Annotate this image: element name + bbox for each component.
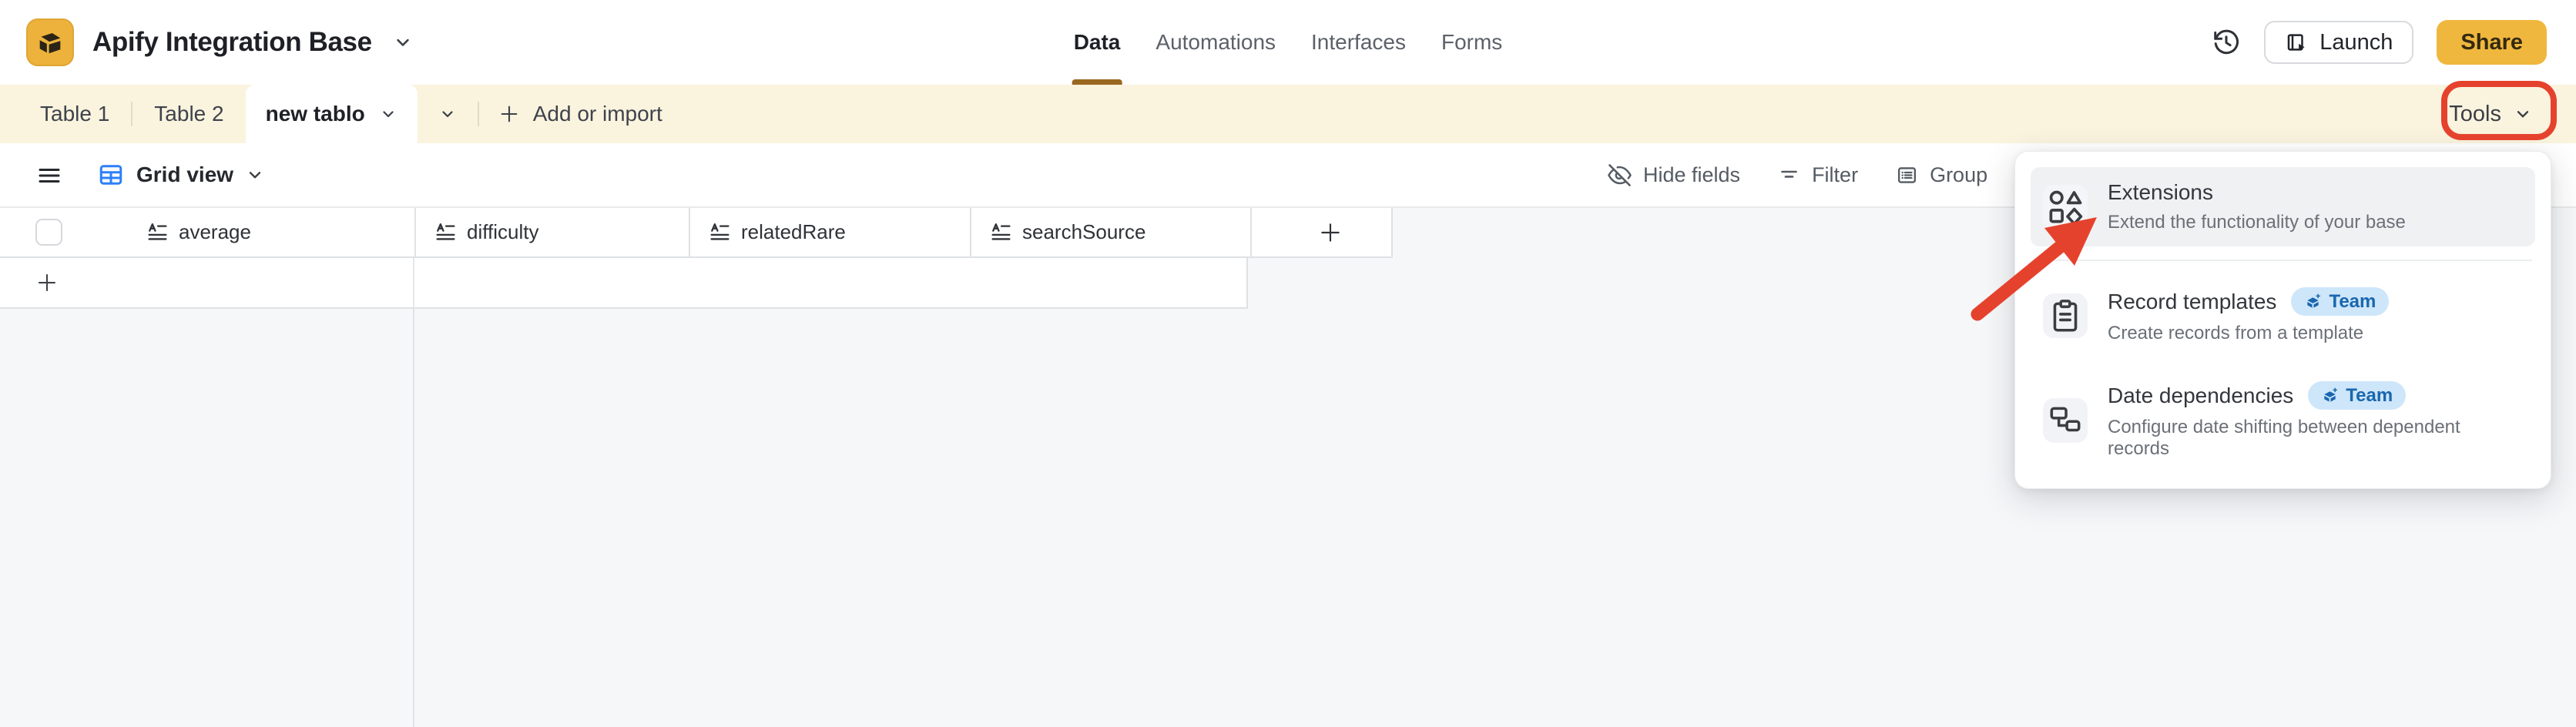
share-button[interactable]: Share <box>2437 20 2547 65</box>
launch-icon <box>2285 31 2308 54</box>
table-list-chevron-down-icon[interactable] <box>418 85 478 143</box>
group-button[interactable]: Group <box>1895 163 1987 187</box>
add-record-row[interactable] <box>0 258 1248 309</box>
view-name: Grid view <box>136 162 233 187</box>
top-bar-actions: Launch Share <box>2212 0 2547 85</box>
plus-icon <box>498 103 520 125</box>
column-header-searchSource[interactable]: searchSource <box>970 208 1250 256</box>
base-brand: Apify Integration Base <box>26 0 414 85</box>
history-icon[interactable] <box>2212 28 2241 57</box>
tools-chevron-down-icon <box>2513 104 2533 124</box>
view-toolbar-actions: Hide fields Filter Group <box>1607 143 1987 206</box>
plus-icon <box>1318 220 1343 245</box>
primary-column-divider <box>413 309 414 727</box>
top-bar: Apify Integration Base Data Automations … <box>0 0 2576 85</box>
app-window: Apify Integration Base Data Automations … <box>0 0 2576 727</box>
team-plan-badge: Team <box>2308 381 2406 410</box>
view-switcher-button[interactable]: Grid view <box>97 143 265 206</box>
single-line-text-icon <box>709 221 731 243</box>
group-icon <box>1895 163 1919 187</box>
launch-button[interactable]: Launch <box>2264 21 2413 64</box>
active-nav-underline <box>1072 79 1122 85</box>
column-header-relatedRare[interactable]: relatedRare <box>689 208 970 256</box>
team-plan-badge: Team <box>2291 287 2389 316</box>
menu-item-description: Create records from a template <box>2108 323 2389 344</box>
eye-off-icon <box>1607 162 1632 188</box>
dependency-icon <box>2043 398 2088 443</box>
menu-item-extensions[interactable]: Extensions Extend the functionality of y… <box>2031 167 2535 246</box>
column-header-difficulty[interactable]: difficulty <box>414 208 689 256</box>
nav-tab-interfaces[interactable]: Interfaces <box>1300 0 1417 85</box>
app-nav: Data Automations Interfaces Forms <box>1056 0 1521 85</box>
table-tab-2[interactable]: Table 2 <box>132 85 245 143</box>
menu-item-title: Extensions <box>2108 180 2213 205</box>
table-tab-bar: Table 1 Table 2 new tablo Add or import <box>0 85 2576 143</box>
view-chevron-down-icon <box>245 165 265 185</box>
tools-dropdown-menu: Extensions Extend the functionality of y… <box>2014 151 2551 489</box>
menu-item-title: Date dependencies <box>2108 384 2293 408</box>
table-menu-chevron-down-icon <box>379 105 397 123</box>
nav-tab-data[interactable]: Data <box>1062 0 1132 85</box>
hide-fields-button[interactable]: Hide fields <box>1607 162 1740 188</box>
grid-header-row: average difficulty <box>0 208 1393 258</box>
single-line-text-icon <box>434 221 457 243</box>
add-field-button[interactable] <box>1250 208 1390 256</box>
view-sidebar-toggle-icon[interactable] <box>35 162 63 189</box>
menu-item-record-templates[interactable]: Record templates Team Cre <box>2031 274 2535 357</box>
menu-item-description: Configure date shifting between dependen… <box>2108 417 2523 460</box>
upgrade-rocket-icon <box>2304 293 2322 310</box>
grid-view-icon <box>97 161 125 189</box>
nav-tab-automations[interactable]: Automations <box>1144 0 1287 85</box>
nav-tab-forms[interactable]: Forms <box>1430 0 1514 85</box>
base-logo[interactable] <box>26 18 74 66</box>
filter-button[interactable]: Filter <box>1777 163 1858 187</box>
table-tab-1[interactable]: Table 1 <box>18 85 131 143</box>
tools-button[interactable]: Tools <box>2449 85 2533 143</box>
column-header-average[interactable]: average <box>0 208 414 256</box>
clipboard-icon <box>2043 293 2088 338</box>
menu-item-date-dependencies[interactable]: Date dependencies Team Co <box>2031 368 2535 473</box>
single-line-text-icon <box>990 221 1012 243</box>
table-tab-new-tablo-active[interactable]: new tablo <box>246 85 418 143</box>
menu-item-title: Record templates <box>2108 290 2276 314</box>
base-menu-chevron-down-icon[interactable] <box>392 32 414 53</box>
add-or-import-button[interactable]: Add or import <box>479 85 682 143</box>
select-all-checkbox[interactable] <box>35 219 62 246</box>
menu-divider <box>2034 260 2532 261</box>
box-logo-icon <box>32 25 68 60</box>
shapes-icon <box>2043 185 2088 229</box>
filter-icon <box>1777 163 1801 187</box>
upgrade-rocket-icon <box>2321 387 2339 404</box>
base-title: Apify Integration Base <box>92 27 372 58</box>
single-line-text-icon <box>146 221 169 243</box>
plus-icon <box>35 271 59 294</box>
menu-item-description: Extend the functionality of your base <box>2108 212 2406 233</box>
column-divider <box>413 258 414 307</box>
